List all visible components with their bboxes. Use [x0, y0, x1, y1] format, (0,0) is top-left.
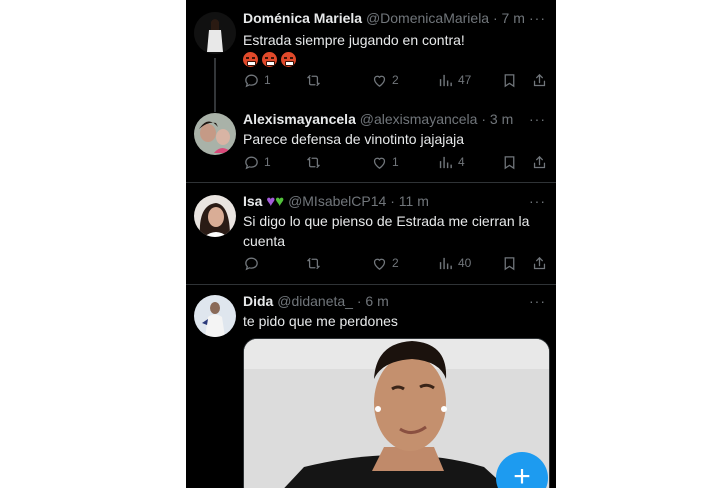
- views-icon: [439, 156, 452, 168]
- view-count: 4: [458, 155, 465, 169]
- avatar[interactable]: [194, 12, 236, 54]
- green-heart-icon: ♥: [275, 193, 285, 210]
- display-name[interactable]: Alexismayancela: [243, 111, 356, 127]
- display-name[interactable]: Dida: [243, 293, 273, 309]
- tweet-header: Alexismayancela @alexismayancela · 3 m: [243, 111, 546, 131]
- user-handle[interactable]: @alexismayancela: [360, 111, 478, 127]
- like-count: 2: [392, 73, 399, 87]
- share-button[interactable]: [531, 70, 548, 90]
- heart-icon: [373, 258, 386, 270]
- share-button[interactable]: [531, 253, 548, 273]
- reply-icon: [245, 257, 258, 270]
- timestamp[interactable]: · 11 m: [390, 193, 429, 209]
- tweet-text: Parece defensa de vinotinto jajajaja: [243, 131, 465, 147]
- timeline: Doménica Mariela @DomenicaMariela · 7 m …: [186, 0, 556, 488]
- angry-face-icon: [281, 51, 296, 67]
- retweet-icon: [307, 156, 320, 168]
- bookmark-button[interactable]: [501, 152, 518, 172]
- more-icon[interactable]: ···: [529, 193, 546, 209]
- more-icon[interactable]: ···: [529, 293, 546, 309]
- action-bar: 1 2 47: [243, 70, 549, 90]
- angry-face-icon: [243, 51, 258, 67]
- bookmark-button[interactable]: [501, 70, 518, 90]
- emoji-row: [243, 48, 538, 68]
- like-button[interactable]: 1: [371, 152, 399, 172]
- views-icon: [439, 257, 452, 269]
- views-icon: [439, 74, 452, 86]
- tweet-header: Dida @didaneta_ · 6 m: [243, 293, 546, 313]
- tweet[interactable]: Alexismayancela @alexismayancela · 3 m ·…: [186, 101, 556, 183]
- bookmark-icon: [504, 73, 515, 87]
- bookmark-icon: [504, 256, 515, 270]
- view-count: 40: [458, 256, 472, 270]
- like-button[interactable]: 2: [371, 70, 399, 90]
- views-button[interactable]: 47: [437, 70, 471, 90]
- display-name[interactable]: Doménica Mariela: [243, 10, 362, 26]
- action-bar: 2 40: [243, 253, 549, 273]
- share-icon: [533, 256, 546, 269]
- share-button[interactable]: [531, 152, 548, 172]
- tweet[interactable]: Doménica Mariela @DomenicaMariela · 7 m …: [186, 0, 556, 112]
- tweet-header: Doménica Mariela @DomenicaMariela · 7 m: [243, 10, 546, 30]
- avatar[interactable]: [194, 195, 236, 237]
- view-count: 47: [458, 73, 472, 87]
- like-count: 2: [392, 256, 399, 270]
- more-icon[interactable]: ···: [529, 10, 546, 26]
- more-icon[interactable]: ···: [529, 111, 546, 127]
- reply-button[interactable]: 1: [243, 70, 271, 90]
- reply-count: 1: [264, 155, 271, 169]
- timestamp[interactable]: · 3 m: [481, 111, 513, 127]
- tweet-text: te pido que me perdones: [243, 313, 398, 329]
- views-button[interactable]: 4: [437, 152, 465, 172]
- share-icon: [533, 155, 546, 168]
- like-button[interactable]: 2: [371, 253, 399, 273]
- views-button[interactable]: 40: [437, 253, 471, 273]
- tweet-header: Isa ♥♥ @MIsabelCP14 · 11 m: [243, 193, 546, 213]
- retweet-button[interactable]: [305, 70, 326, 90]
- reply-button[interactable]: 1: [243, 152, 271, 172]
- share-icon: [533, 73, 546, 86]
- reply-count: 1: [264, 73, 271, 87]
- timestamp[interactable]: · 7 m: [493, 10, 525, 26]
- purple-heart-icon: ♥: [266, 193, 276, 210]
- heart-icon: [373, 75, 386, 87]
- retweet-button[interactable]: [305, 152, 326, 172]
- tweet-text: Si digo lo que pienso de Estrada me cier…: [243, 213, 530, 249]
- avatar[interactable]: [194, 295, 236, 337]
- heart-icon: [373, 157, 386, 169]
- like-count: 1: [392, 155, 399, 169]
- angry-face-icon: [262, 51, 277, 67]
- tweet-text: Estrada siempre jugando en contra!: [243, 32, 465, 48]
- bookmark-icon: [504, 155, 515, 169]
- tweet[interactable]: Isa ♥♥ @MIsabelCP14 · 11 m ··· Si digo l…: [186, 183, 556, 285]
- retweet-button[interactable]: [305, 253, 326, 273]
- retweet-icon: [307, 257, 320, 269]
- retweet-icon: [307, 74, 320, 86]
- timestamp[interactable]: · 6 m: [357, 293, 389, 309]
- user-handle[interactable]: @DomenicaMariela: [366, 10, 489, 26]
- reply-button[interactable]: [243, 253, 264, 273]
- reply-icon: [245, 74, 258, 87]
- user-handle[interactable]: @didaneta_: [277, 293, 353, 309]
- user-handle[interactable]: @MIsabelCP14: [288, 193, 386, 209]
- display-name[interactable]: Isa: [243, 193, 262, 209]
- action-bar: 1 1 4: [243, 152, 549, 172]
- avatar[interactable]: [194, 113, 236, 155]
- reply-icon: [245, 156, 258, 169]
- bookmark-button[interactable]: [501, 253, 518, 273]
